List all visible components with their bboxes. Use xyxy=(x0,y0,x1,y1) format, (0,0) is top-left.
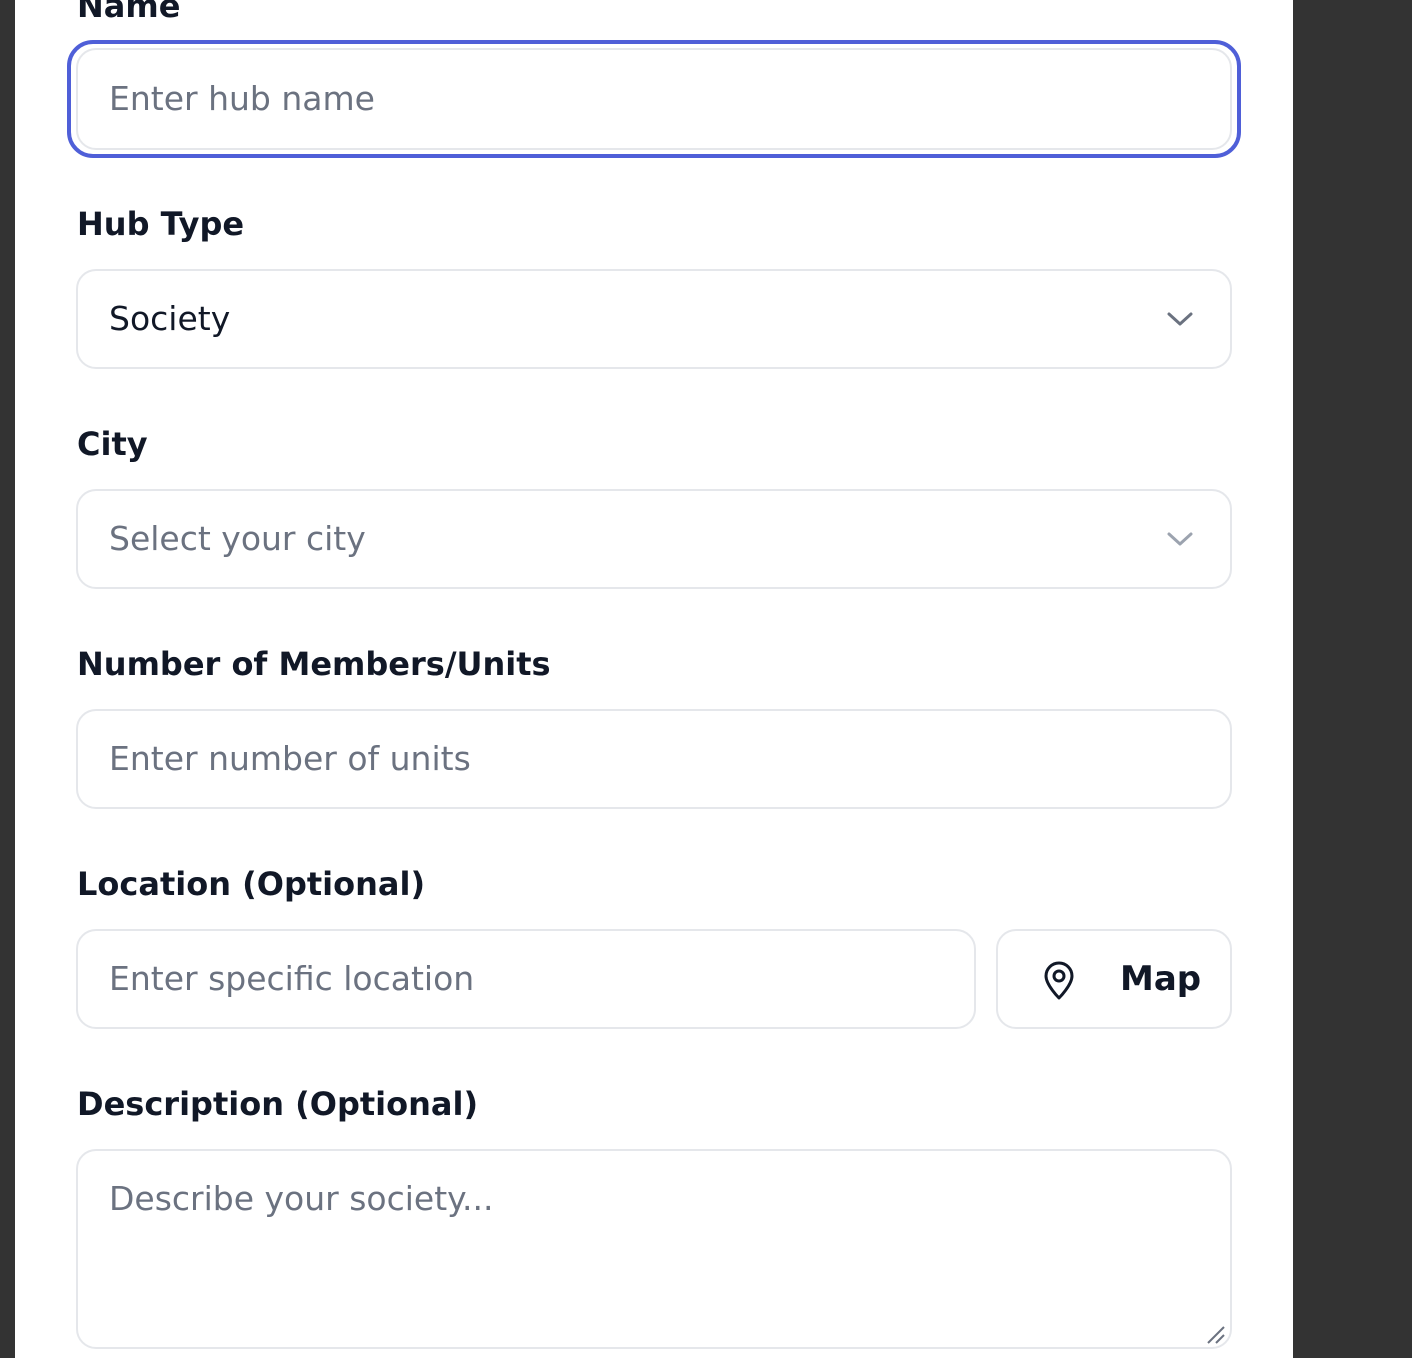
map-button[interactable]: Map xyxy=(996,929,1232,1029)
hub-type-selected-value: Society xyxy=(109,299,231,338)
city-placeholder: Select your city xyxy=(109,519,366,558)
city-label: City xyxy=(77,425,148,463)
members-placeholder: Enter number of units xyxy=(109,739,471,778)
location-input[interactable]: Enter specific location xyxy=(76,929,976,1029)
map-pin-icon xyxy=(1044,961,1074,1000)
create-hub-form-panel: Name Enter hub name Hub Type Society Cit… xyxy=(15,0,1293,1358)
chevron-down-icon xyxy=(1167,532,1193,546)
city-select[interactable]: Select your city xyxy=(76,489,1232,589)
map-button-label: Map xyxy=(1120,959,1202,999)
resize-handle-icon[interactable] xyxy=(1204,1323,1226,1345)
hub-name-placeholder: Enter hub name xyxy=(109,79,375,118)
members-label: Number of Members/Units xyxy=(77,645,551,683)
description-textarea[interactable]: Describe your society... xyxy=(76,1149,1232,1349)
description-placeholder: Describe your society... xyxy=(109,1179,494,1218)
description-label: Description (Optional) xyxy=(77,1085,479,1123)
location-placeholder: Enter specific location xyxy=(109,959,475,998)
hub-type-label: Hub Type xyxy=(77,205,245,243)
hub-name-input[interactable]: Enter hub name xyxy=(76,48,1232,150)
location-label: Location (Optional) xyxy=(77,865,426,903)
name-label: Name xyxy=(77,0,181,25)
chevron-down-icon xyxy=(1167,312,1193,326)
members-input[interactable]: Enter number of units xyxy=(76,709,1232,809)
hub-type-select[interactable]: Society xyxy=(76,269,1232,369)
